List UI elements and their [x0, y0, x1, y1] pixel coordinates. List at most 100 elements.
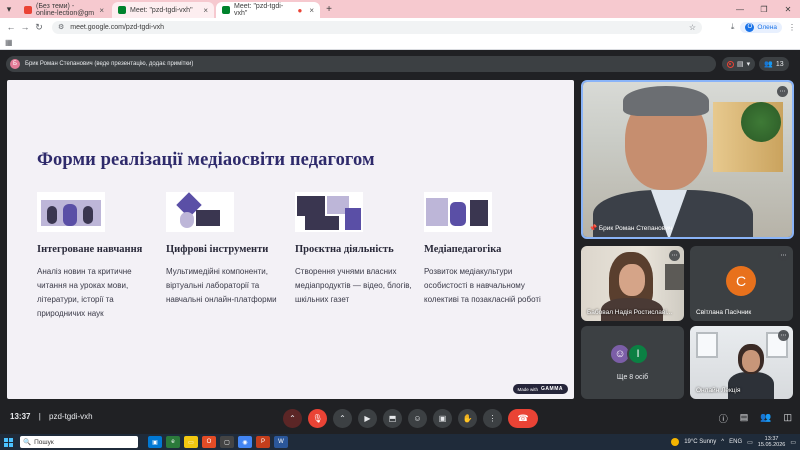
back-icon[interactable]: ← [4, 22, 18, 32]
bookmarks-bar: ▦ [0, 36, 800, 50]
meet-icon [222, 6, 230, 14]
participant-name: Онлайн Лекція [696, 387, 741, 394]
weather-text[interactable]: 19°C Sunny [684, 439, 716, 445]
participant-name: Світлана Пасічник [696, 309, 752, 316]
windows-taskbar: 🔍 Пошук ▣ e ▭ O ▢ ◉ P W 19°C Sunny ^ ENG… [0, 434, 800, 450]
info-icon[interactable]: ⓘ [719, 412, 728, 425]
tab-gmail[interactable]: (Без теми) - online-lection@gm × [18, 2, 110, 18]
clock-date: 15.05.2026 [757, 442, 786, 448]
tab-meet-2[interactable]: Meet: "pzd-tgdi-vxh" ● × [216, 2, 320, 18]
captions-button[interactable]: ▣ [433, 409, 452, 428]
tab-title: Meet: "pzd-tgdi-vxh" [130, 6, 193, 14]
meeting-divider: | [38, 412, 41, 421]
task-view-icon[interactable]: ▣ [148, 436, 162, 448]
close-tab-icon[interactable]: × [203, 6, 208, 15]
clock[interactable]: 13:37 15.05.2026 [758, 436, 786, 448]
window-controls: — ❐ ✕ [728, 0, 800, 18]
video-window [696, 332, 718, 358]
project-image [295, 192, 363, 232]
close-tab-icon[interactable]: × [309, 6, 314, 15]
speaker-tile[interactable]: ⋯ 📌 Брик Роман Степанович [581, 80, 794, 239]
mic-muted-button[interactable]: 🎙 [308, 409, 327, 428]
more-participants-tile[interactable]: ☺ I Ще 8 осіб [581, 326, 684, 399]
close-tab-icon[interactable]: × [99, 6, 104, 15]
more-participants-label: Ще 8 осіб [616, 374, 649, 381]
apps-grid-icon[interactable]: ▦ [5, 38, 13, 47]
column-body: Аналіз новин та критичне читання на урок… [37, 267, 132, 318]
recording-pill[interactable]: ▤ ▾ [722, 57, 756, 71]
app-icon[interactable]: ▢ [220, 436, 234, 448]
close-window-icon[interactable]: ✕ [776, 0, 800, 18]
camera-options-button[interactable]: ⌃ [333, 409, 352, 428]
people-icon[interactable]: 👥 [760, 412, 771, 425]
camera-button[interactable]: ▶ [358, 409, 377, 428]
emoji-button[interactable]: ☺ [408, 409, 427, 428]
tab-search-icon[interactable]: ▾ [0, 0, 18, 18]
participant-tile-2[interactable]: С ⋯ Світлана Пасічник [690, 246, 793, 321]
start-button[interactable] [0, 434, 16, 450]
mic-options-button[interactable]: ⌃ [283, 409, 302, 428]
screen: ▾ (Без теми) - online-lection@gm × Meet:… [0, 0, 800, 450]
participant-tile-1[interactable]: ⋯ Бабовал Надія Ростиславі... [581, 246, 684, 321]
laptop-image [166, 192, 234, 232]
meeting-control-bar: 13:37 | pzd-tgdi-vxh ⌃ 🎙 ⌃ ▶ ⬒ ☺ ▣ ✋ ⋮ ☎… [0, 404, 800, 434]
made-with-badge[interactable]: Made with GAMMA [512, 384, 568, 394]
language-indicator[interactable]: ENG [729, 439, 742, 445]
powerpoint-icon[interactable]: P [256, 436, 270, 448]
taskbar-apps: ▣ e ▭ O ▢ ◉ P W [148, 436, 288, 448]
meeting-info: 13:37 | pzd-tgdi-vxh [10, 412, 93, 421]
download-icon[interactable]: ⤓ [731, 22, 735, 32]
slide-title: Форми реалізації медіаосвіти педагогом [37, 150, 375, 170]
search-icon: 🔍 [23, 439, 32, 446]
recording-icon [727, 60, 734, 68]
menu-kebab-icon[interactable]: ⋮ [788, 23, 796, 32]
meeting-code: pzd-tgdi-vxh [49, 412, 93, 421]
made-with-text: Made with [517, 386, 539, 392]
slide-column-media: Медіапедагогіка Розвиток медіакультури о… [424, 192, 544, 307]
site-info-icon[interactable]: ⚙ [58, 23, 64, 31]
column-heading: Цифрові інструменти [166, 244, 269, 255]
search-placeholder: Пошук [34, 438, 54, 446]
maximize-icon[interactable]: ❐ [752, 0, 776, 18]
new-tab-button[interactable]: + [322, 2, 336, 18]
network-icon[interactable]: ▭ [747, 439, 753, 446]
tab-meet-1[interactable]: Meet: "pzd-tgdi-vxh" × [112, 2, 214, 18]
slide-column-digital: Цифрові інструменти Мультимедійні компон… [166, 192, 286, 307]
chevron-up-icon[interactable]: ^ [721, 439, 724, 445]
edge-icon[interactable]: e [166, 436, 180, 448]
reload-icon[interactable]: ↻ [32, 22, 46, 33]
bookmark-star-icon[interactable]: ☆ [689, 23, 696, 32]
activities-icon[interactable]: ◫ [783, 412, 792, 425]
minimize-icon[interactable]: — [728, 0, 752, 18]
notifications-icon[interactable]: ▭ [790, 439, 796, 446]
presentation-slide: Форми реалізації медіаосвіти педагогом І… [7, 80, 574, 399]
opera-icon[interactable]: O [202, 436, 216, 448]
chrome-icon[interactable]: ◉ [238, 436, 252, 448]
profile-button[interactable]: О Оленa [740, 21, 782, 33]
profile-avatar: О [745, 22, 755, 32]
chat-icon[interactable]: ▤ [740, 412, 749, 425]
word-icon[interactable]: W [274, 436, 288, 448]
participants-pill[interactable]: 👥 13 [759, 57, 789, 71]
file-explorer-icon[interactable]: ▭ [184, 436, 198, 448]
participant-avatar: С [726, 266, 756, 296]
raise-hand-button[interactable]: ✋ [458, 409, 477, 428]
taskbar-search[interactable]: 🔍 Пошук [20, 436, 138, 448]
end-call-button[interactable]: ☎ [508, 409, 538, 428]
presenter-bar: Б Брик Роман Степанович (веде презентаці… [6, 56, 716, 72]
column-heading: Проєктна діяльність [295, 244, 394, 255]
more-options-button[interactable]: ⋮ [483, 409, 502, 428]
address-bar[interactable]: ⚙ meet.google.com/pzd-tgdi-vxh ☆ [52, 20, 702, 34]
participant-tile-3[interactable]: ⋯ Онлайн Лекція [690, 326, 793, 399]
column-body: Створення учнями власних медіапродуктів … [295, 267, 412, 304]
video-person-body [728, 372, 774, 399]
presenter-text: Брик Роман Степанович (веде презентацію,… [25, 61, 194, 67]
forward-icon[interactable]: → [18, 22, 32, 32]
windows-logo-icon [3, 437, 13, 447]
recording-indicator-icon: ● [297, 5, 303, 15]
present-button[interactable]: ⬒ [383, 409, 402, 428]
more-options-icon[interactable]: ⋯ [777, 86, 788, 97]
meet-icon [118, 6, 126, 14]
toolbar-right: ⤓ О Оленa ⋮ [731, 21, 796, 33]
video-object [665, 264, 684, 290]
